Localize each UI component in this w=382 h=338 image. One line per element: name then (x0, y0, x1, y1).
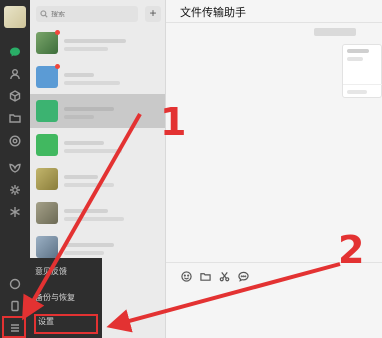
menu-item-backup-restore[interactable]: 备份与恢复 (34, 290, 94, 306)
settings-menu: 意见反馈 备份与恢复 设置 (30, 258, 102, 338)
moments-icon[interactable] (0, 133, 30, 149)
mini-program-icon[interactable] (0, 182, 30, 198)
folder-icon[interactable] (0, 110, 30, 126)
chat-window: 文件传输助手 (166, 0, 382, 338)
message-timestamp (314, 28, 356, 36)
chat-list-item-selected[interactable] (30, 94, 165, 128)
header-divider (166, 22, 382, 23)
phone-icon[interactable] (0, 276, 30, 292)
chat-bubble-icon[interactable] (237, 270, 249, 282)
chat-list-item[interactable] (30, 26, 165, 60)
favorites-icon[interactable] (0, 88, 30, 104)
search-input[interactable] (51, 10, 137, 18)
device-icon[interactable] (0, 298, 30, 314)
menu-button-highlight (2, 316, 26, 338)
avatar[interactable] (4, 6, 26, 28)
chat-list-item[interactable] (30, 128, 165, 162)
chat-title: 文件传输助手 (180, 7, 246, 19)
chat-avatar (36, 64, 60, 88)
chat-avatar (36, 134, 58, 156)
chat-icon[interactable] (0, 44, 30, 60)
emoji-icon[interactable] (180, 270, 192, 282)
chat-avatar (36, 100, 58, 122)
chat-list-item[interactable] (30, 60, 165, 94)
chat-list-item[interactable] (30, 196, 165, 230)
unread-dot (55, 30, 60, 35)
chat-avatar (36, 236, 58, 258)
annotation-number-2: 2 (338, 228, 365, 272)
channels-icon[interactable] (0, 160, 30, 176)
file-message-card[interactable] (342, 44, 382, 98)
input-toolbar (180, 270, 249, 282)
search-network-icon[interactable] (0, 204, 30, 220)
contacts-icon[interactable] (0, 66, 30, 82)
search-icon (40, 10, 48, 18)
folder-icon[interactable] (199, 270, 211, 282)
chat-avatar (36, 30, 60, 54)
chat-avatar (36, 168, 58, 190)
search-box[interactable] (36, 6, 138, 22)
chat-avatar (36, 202, 58, 224)
annotation-number-1: 1 (160, 100, 187, 144)
scissors-icon[interactable] (218, 270, 230, 282)
chat-list-item[interactable] (30, 162, 165, 196)
add-button[interactable]: + (145, 6, 161, 22)
menu-item-feedback[interactable]: 意见反馈 (34, 264, 94, 280)
sidebar (0, 0, 30, 338)
menu-item-settings[interactable]: 设置 (34, 314, 98, 334)
unread-dot (55, 64, 60, 69)
